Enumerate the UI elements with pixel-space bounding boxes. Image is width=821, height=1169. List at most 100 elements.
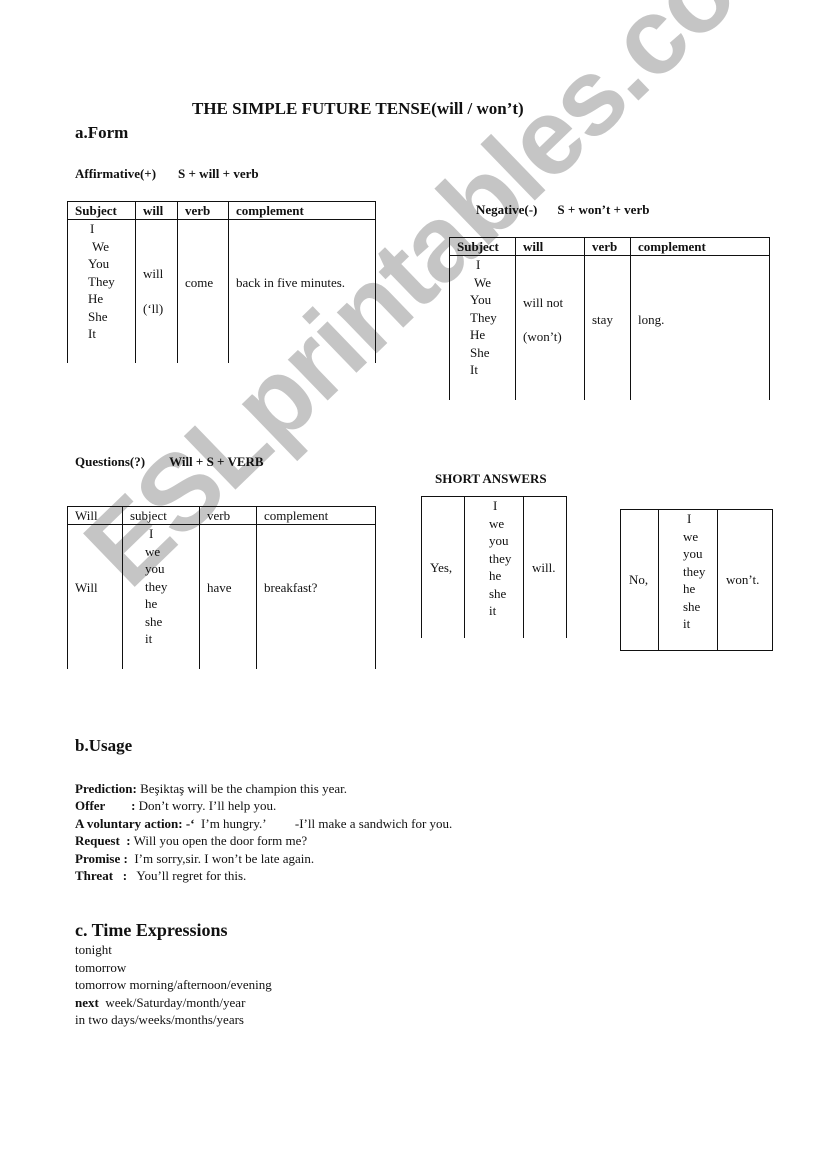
subject: we xyxy=(145,543,161,559)
usage-label: Threat : xyxy=(75,868,128,884)
subject: He xyxy=(88,291,104,306)
no-lead: No, xyxy=(620,509,659,651)
subject-cell: I We You They He She It xyxy=(449,255,516,400)
col-header: Subject xyxy=(449,237,516,256)
subject: They xyxy=(470,309,497,325)
will-contraction: (‘ll) xyxy=(143,301,164,317)
col-header: verb xyxy=(199,506,257,525)
section-heading-usage: b.Usage xyxy=(75,736,133,755)
subject: it xyxy=(489,603,497,618)
usage-item: Request : Will you open the door form me… xyxy=(75,832,452,849)
subject: it xyxy=(145,631,153,646)
questions-formula: Will + S + VERB xyxy=(169,454,264,469)
subject: we xyxy=(489,515,505,531)
verb-cell: come xyxy=(177,219,229,363)
yes-tail: will. xyxy=(523,496,567,638)
affirmative-label: Affirmative(+) S + will + verb xyxy=(75,166,259,182)
subject: they xyxy=(683,563,706,579)
usage-list: Prediction: Beşiktaş will be the champio… xyxy=(75,780,452,884)
negative-formula: S + won’t + verb xyxy=(557,202,650,217)
subject: they xyxy=(145,578,168,594)
subject: I xyxy=(149,526,154,541)
subject: you xyxy=(683,546,703,561)
affirmative-title: Affirmative(+) xyxy=(75,166,157,181)
col-header: complement xyxy=(630,237,770,256)
subject: you xyxy=(489,533,509,548)
subject: they xyxy=(489,550,512,566)
time-expression-item: tomorrow xyxy=(75,959,272,977)
section-heading-form: a.Form xyxy=(75,123,129,142)
subject: They xyxy=(88,273,115,289)
usage-text: Beşiktaş will be the champion this year. xyxy=(136,781,347,796)
usage-item: Prediction: Beşiktaş will be the champio… xyxy=(75,780,452,797)
verb-cell: have xyxy=(199,524,257,669)
usage-label: A voluntary action: -‘ xyxy=(75,815,195,831)
time-expression-item: in two days/weeks/months/years xyxy=(75,1011,272,1029)
negative-title: Negative(-) xyxy=(476,202,538,217)
col-header: will xyxy=(135,201,178,220)
subject-cell: I we you they he she it xyxy=(464,496,524,638)
subject-cell: I we you they he she it xyxy=(658,509,718,651)
subject: She xyxy=(470,344,490,360)
subject: You xyxy=(470,292,492,307)
time-expressions-list: tonight tomorrow tomorrow morning/aftern… xyxy=(75,941,272,1029)
time-expression-item: tomorrow morning/afternoon/evening xyxy=(75,976,272,994)
time-expression-text: tomorrow morning/afternoon/evening xyxy=(75,977,272,993)
subject: I xyxy=(687,511,692,526)
subject: I xyxy=(476,257,481,272)
usage-label: Promise : xyxy=(75,850,128,866)
time-expression-text: week/Saturday/month/year xyxy=(98,994,246,1010)
subject-cell: I we you they he she it xyxy=(122,524,200,669)
short-answer-yes-table: Yes, I we you they he she it will. xyxy=(421,496,567,638)
usage-text: You’ll regret for this. xyxy=(127,868,247,884)
subject: We xyxy=(474,274,491,290)
usage-text: I’m hungry.’ -I’ll make a sandwich for y… xyxy=(194,815,453,831)
subject: I xyxy=(90,221,95,236)
col-header: Subject xyxy=(67,201,136,220)
subject: It xyxy=(88,326,96,341)
complement-cell: back in five minutes. xyxy=(228,219,376,363)
subject: we xyxy=(683,528,699,544)
wont-contraction: (won’t) xyxy=(523,328,562,344)
subject: We xyxy=(92,238,109,254)
subject: You xyxy=(88,256,110,271)
col-header: Will xyxy=(67,506,123,525)
subject: he xyxy=(145,596,158,611)
subject: She xyxy=(88,308,108,324)
affirmative-table: Subject will verb complement I We You Th… xyxy=(67,201,376,363)
subject: he xyxy=(489,568,502,583)
usage-item: Threat : You’ll regret for this. xyxy=(75,867,452,884)
col-header: complement xyxy=(256,506,376,525)
usage-text: I’m sorry,sir. I won’t be late again. xyxy=(127,850,315,866)
subject: he xyxy=(683,581,696,596)
subject: It xyxy=(470,362,478,377)
complement-cell: breakfast? xyxy=(256,524,376,669)
subject: she xyxy=(145,613,163,629)
usage-item: Promise : I’m sorry,sir. I won’t be late… xyxy=(75,850,452,867)
short-answers-heading: SHORT ANSWERS xyxy=(435,471,547,486)
negative-table: Subject will verb complement I We You Th… xyxy=(449,237,770,400)
subject: she xyxy=(683,598,701,614)
subject: He xyxy=(470,327,486,342)
subject: she xyxy=(489,585,507,601)
usage-label: Prediction: xyxy=(75,781,137,796)
page-title: THE SIMPLE FUTURE TENSE(will / won’t) xyxy=(192,99,524,118)
usage-label: Request : xyxy=(75,833,131,849)
affirmative-formula: S + will + verb xyxy=(178,166,259,181)
questions-title: Questions(?) xyxy=(75,454,146,469)
subject: I xyxy=(493,498,498,513)
usage-text: Don’t worry. I’ll help you. xyxy=(135,798,277,814)
time-expression-text: tonight xyxy=(75,942,112,957)
col-header: complement xyxy=(228,201,376,220)
complement-cell: long. xyxy=(630,255,770,400)
yes-lead: Yes, xyxy=(421,496,465,638)
will-cell: will (‘ll) xyxy=(135,219,178,363)
usage-label: Offer : xyxy=(75,798,136,814)
negative-label: Negative(-) S + won’t + verb xyxy=(476,202,649,218)
questions-label: Questions(?) Will + S + VERB xyxy=(75,454,264,470)
time-expression-item: tonight xyxy=(75,941,272,959)
no-tail: won’t. xyxy=(717,509,773,651)
time-expression-text: in two days/weeks/months/years xyxy=(75,1012,244,1028)
subject: you xyxy=(145,561,165,576)
usage-text: Will you open the door form me? xyxy=(130,833,308,849)
